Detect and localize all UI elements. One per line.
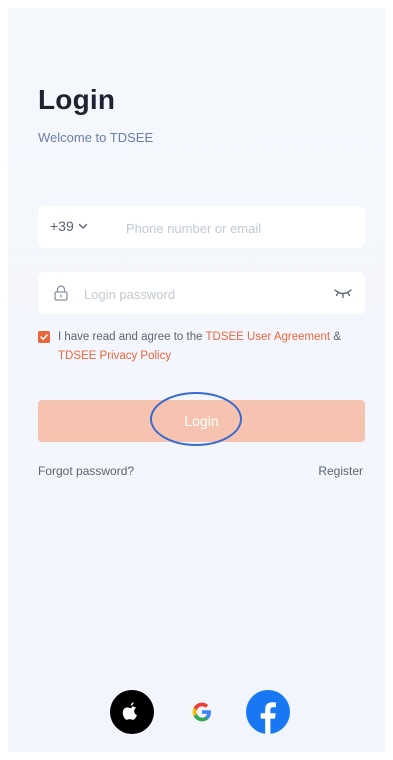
agreement-prefix: I have read and agree to the [58, 331, 206, 343]
lock-icon [54, 285, 68, 301]
register-link[interactable]: Register [318, 464, 363, 478]
user-agreement-link[interactable]: TDSEE User Agreement [205, 331, 330, 343]
agreement-row: I have read and agree to the TDSEE User … [38, 328, 358, 366]
apple-icon [122, 702, 137, 720]
forgot-password-link[interactable]: Forgot password? [38, 464, 134, 478]
phone-email-input[interactable] [124, 206, 358, 250]
google-login-button[interactable] [180, 690, 224, 734]
check-icon [40, 334, 48, 340]
agreement-text: I have read and agree to the TDSEE User … [38, 328, 358, 366]
phone-field: +39 [38, 206, 365, 250]
facebook-icon [246, 690, 290, 734]
chevron-down-icon [78, 223, 87, 229]
google-icon [192, 702, 211, 722]
page-title: Login [38, 84, 116, 115]
apple-login-button[interactable] [110, 690, 154, 734]
country-code-value: +39 [50, 218, 74, 234]
agreement-conjunction: & [330, 331, 341, 343]
country-code-selector[interactable]: +39 [50, 218, 88, 234]
privacy-policy-link[interactable]: TDSEE Privacy Policy [58, 350, 171, 362]
social-login-row [8, 690, 385, 734]
password-field [38, 272, 365, 316]
page-subtitle: Welcome to TDSEE [38, 130, 154, 145]
eye-closed-icon[interactable] [333, 286, 353, 300]
facebook-login-button[interactable] [246, 690, 290, 734]
login-button[interactable]: Login [38, 400, 365, 442]
password-input[interactable] [82, 272, 326, 316]
login-screen: Login Welcome to TDSEE +39 Phone number … [8, 8, 385, 752]
agreement-checkbox[interactable] [38, 331, 50, 343]
